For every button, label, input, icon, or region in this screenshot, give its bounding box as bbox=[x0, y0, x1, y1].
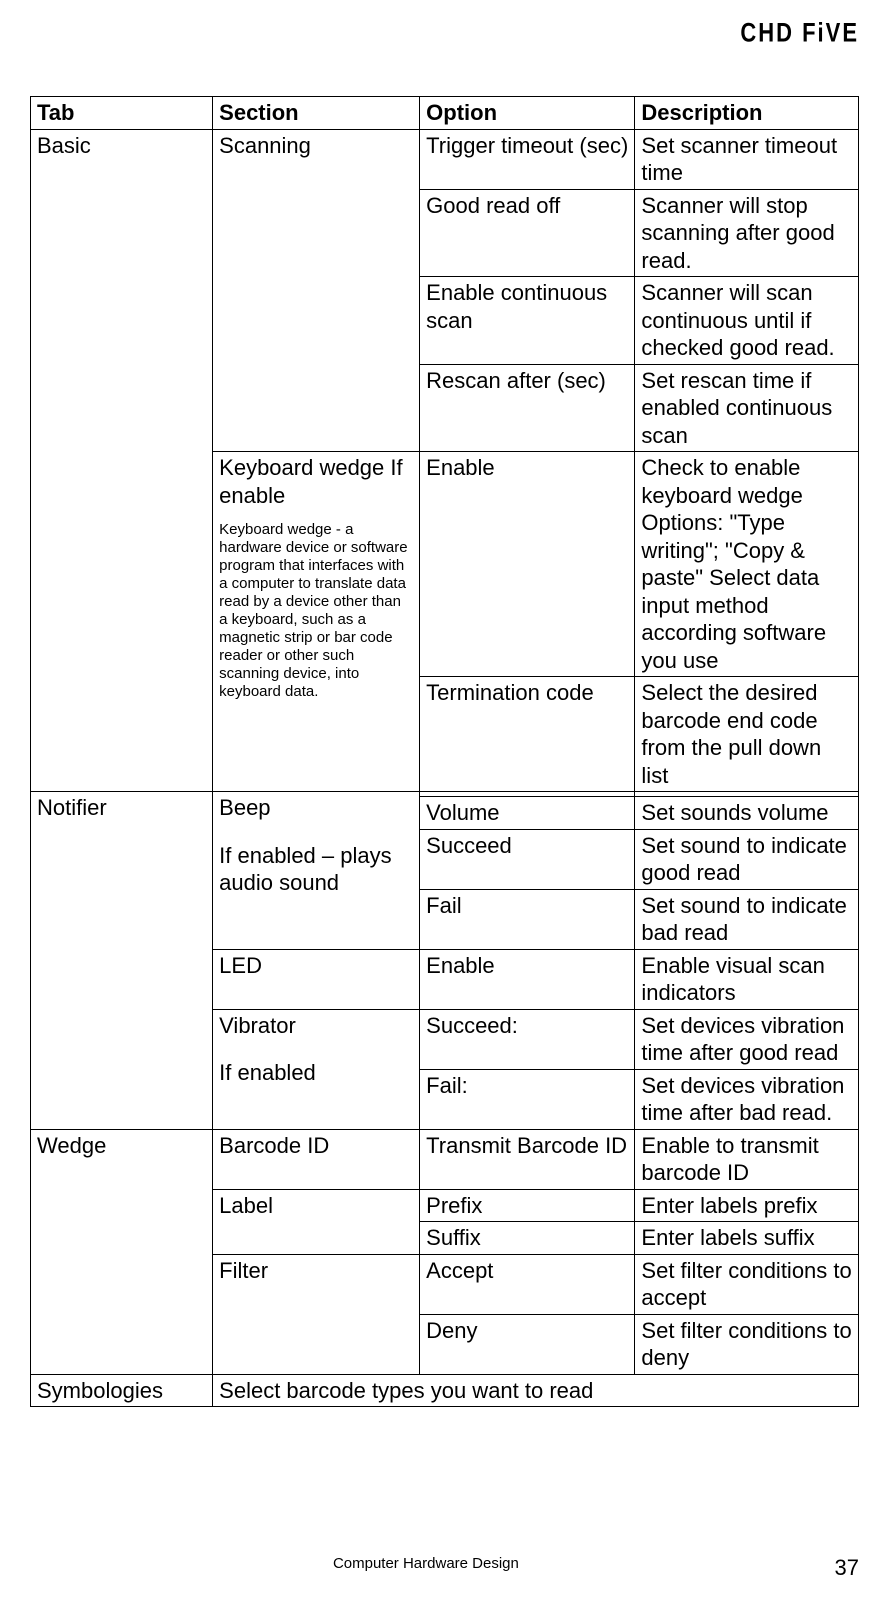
cell-option: Transmit Barcode ID bbox=[420, 1129, 635, 1189]
section-main-text: Vibrator bbox=[219, 1013, 296, 1038]
cell-option: Prefix bbox=[420, 1189, 635, 1222]
cell-description: Set rescan time if enabled continuous sc… bbox=[635, 364, 859, 452]
th-tab: Tab bbox=[31, 97, 213, 130]
cell-description: Scanner will scan continuous until if ch… bbox=[635, 277, 859, 365]
cell-tab: Symbologies bbox=[31, 1374, 213, 1407]
cell-tab: Wedge bbox=[31, 1129, 213, 1374]
cell-description: Check to enable keyboard wedge Options: … bbox=[635, 452, 859, 677]
cell-description: Scanner will stop scanning after good re… bbox=[635, 189, 859, 277]
page-footer: Computer Hardware Design 37 bbox=[30, 1555, 859, 1581]
cell-description: Enable visual scan indicators bbox=[635, 949, 859, 1009]
page-header: CHD FiVE bbox=[30, 17, 859, 48]
cell-option: Rescan after (sec) bbox=[420, 364, 635, 452]
cell-description: Set scanner timeout time bbox=[635, 129, 859, 189]
cell-option: Deny bbox=[420, 1314, 635, 1374]
table-row: Symbologies Select barcode types you wan… bbox=[31, 1374, 859, 1407]
cell-option: Fail: bbox=[420, 1069, 635, 1129]
cell-description: Set filter conditions to deny bbox=[635, 1314, 859, 1374]
table-header-row: Tab Section Option Description bbox=[31, 97, 859, 130]
cell-description: Set sounds volume bbox=[635, 797, 859, 830]
cell-section: Filter bbox=[213, 1254, 420, 1374]
cell-description: Set devices vibration time after bad rea… bbox=[635, 1069, 859, 1129]
cell-section: Beep If enabled – plays audio sound bbox=[213, 792, 420, 950]
th-section: Section bbox=[213, 97, 420, 130]
cell-option: Enable bbox=[420, 949, 635, 1009]
th-option: Option bbox=[420, 97, 635, 130]
cell-option: Enable continuous scan bbox=[420, 277, 635, 365]
cell-description: Select the desired barcode end code from… bbox=[635, 677, 859, 792]
cell-option: Succeed: bbox=[420, 1009, 635, 1069]
cell-section: Scanning bbox=[213, 129, 420, 452]
cell-section: Barcode ID bbox=[213, 1129, 420, 1189]
cell-description: Enable to transmit barcode ID bbox=[635, 1129, 859, 1189]
table-row: Wedge Barcode ID Transmit Barcode ID Ena… bbox=[31, 1129, 859, 1189]
page-number: 37 bbox=[835, 1555, 859, 1581]
cell-option: Trigger timeout (sec) bbox=[420, 129, 635, 189]
cell-section: Label bbox=[213, 1189, 420, 1254]
section-sub-text: If enabled bbox=[219, 1059, 413, 1087]
cell-description: Set sound to indicate bad read bbox=[635, 889, 859, 949]
section-note-text: Keyboard wedge - a hardware device or so… bbox=[219, 521, 413, 701]
cell-option: Fail bbox=[420, 889, 635, 949]
cell-option: Volume bbox=[420, 797, 635, 830]
cell-description: Enter labels prefix bbox=[635, 1189, 859, 1222]
section-main-text: Beep bbox=[219, 795, 270, 820]
cell-option: Succeed bbox=[420, 829, 635, 889]
cell-description: Set devices vibration time after good re… bbox=[635, 1009, 859, 1069]
cell-merged: Select barcode types you want to read bbox=[213, 1374, 859, 1407]
cell-section: Vibrator If enabled bbox=[213, 1009, 420, 1129]
section-sub-text: If enabled – plays audio sound bbox=[219, 842, 413, 897]
cell-description: Set filter conditions to accept bbox=[635, 1254, 859, 1314]
cell-description: Enter labels suffix bbox=[635, 1222, 859, 1255]
cell-option: Accept bbox=[420, 1254, 635, 1314]
footer-center-text: Computer Hardware Design bbox=[333, 1555, 519, 1572]
cell-section: Keyboard wedge If enable Keyboard wedge … bbox=[213, 452, 420, 792]
cell-description: Set sound to indicate good read bbox=[635, 829, 859, 889]
cell-option: Enable bbox=[420, 452, 635, 677]
cell-option: Suffix bbox=[420, 1222, 635, 1255]
section-main-text: Keyboard wedge If enable bbox=[219, 455, 402, 508]
cell-section: LED bbox=[213, 949, 420, 1009]
table-row: Basic Scanning Trigger timeout (sec) Set… bbox=[31, 129, 859, 189]
cell-option: Good read off bbox=[420, 189, 635, 277]
cell-tab: Basic bbox=[31, 129, 213, 792]
cell-option: Termination code bbox=[420, 677, 635, 792]
settings-table: Tab Section Option Description Basic Sca… bbox=[30, 96, 859, 1407]
cell-tab: Notifier bbox=[31, 792, 213, 1130]
th-description: Description bbox=[635, 97, 859, 130]
